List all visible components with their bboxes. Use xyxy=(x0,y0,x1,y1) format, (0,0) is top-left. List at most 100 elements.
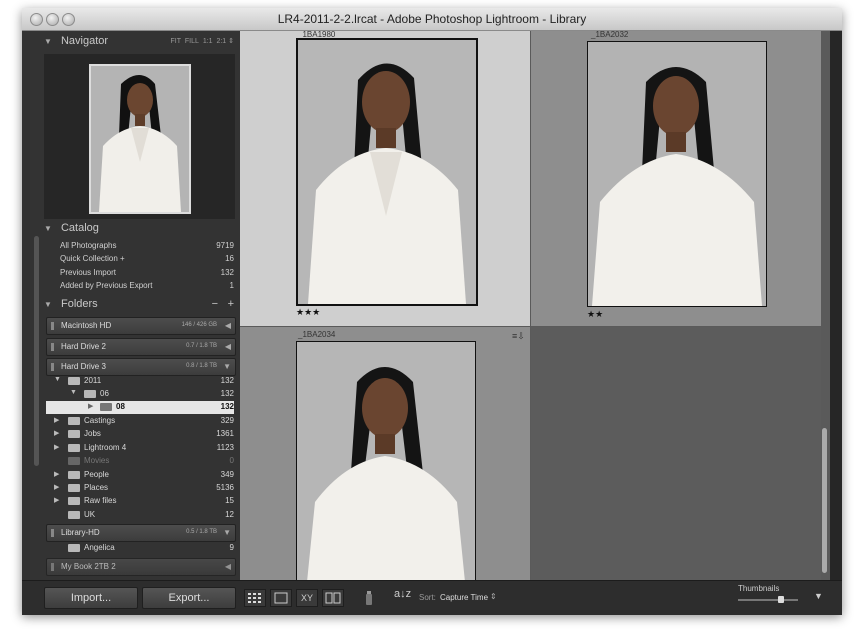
navigator-photo[interactable] xyxy=(89,64,191,214)
lightroom-window: LR4-2011-2-2.lrcat - Adobe Photoshop Lig… xyxy=(22,8,842,615)
expand-triangle-icon[interactable]: ▶ xyxy=(54,443,59,451)
volume-status-icon xyxy=(51,322,54,330)
thumbnail[interactable] xyxy=(296,341,476,583)
expand-triangle-icon[interactable]: ▶ xyxy=(54,429,59,437)
loupe-view-button[interactable] xyxy=(270,589,292,607)
grid-cell[interactable]: _1BA2034 ≡⇩ xyxy=(240,327,530,583)
toolbar-menu-triangle-icon[interactable]: ▼ xyxy=(814,591,823,601)
painter-spray-icon[interactable] xyxy=(364,590,374,606)
folders-title: Folders xyxy=(60,298,98,310)
folder-lightroom-4[interactable]: ▶ Lightroom 4 1123 xyxy=(46,442,234,455)
volume-library-hd[interactable]: Library-HD 0.5 / 1.8 TB ▼ xyxy=(46,524,236,542)
collapse-triangle-icon: ▼ xyxy=(223,362,231,371)
bottom-toolbar: Import... Export... XY a↓z Sort: Capture… xyxy=(22,580,842,615)
thumbnails-slider-knob[interactable] xyxy=(778,596,785,603)
folder-uk[interactable]: UK 12 xyxy=(46,509,234,522)
volume-status-icon xyxy=(51,363,54,371)
thumbnails-slider-track[interactable] xyxy=(738,599,798,601)
navigator-header[interactable]: ▼ Navigator FIT FILL 1:1 2:1 ⇕ xyxy=(44,35,240,55)
portrait-image-icon xyxy=(588,42,766,306)
zoom-fit[interactable]: FIT xyxy=(171,38,182,45)
sort-direction-icon[interactable]: a↓z xyxy=(394,588,411,606)
expand-triangle-icon[interactable]: ▶ xyxy=(54,470,59,478)
folder-icon xyxy=(68,457,80,465)
folders-header[interactable]: ▼ Folders − + xyxy=(44,298,240,318)
folder-icon xyxy=(68,544,80,552)
left-panel: ▼ Navigator FIT FILL 1:1 2:1 ⇕ ▼ Catalog… xyxy=(22,31,240,581)
metadata-badge-icon[interactable]: ≡⇩ xyxy=(512,331,525,342)
zoom-1-1[interactable]: 1:1 xyxy=(203,38,213,45)
left-panel-scrollbar[interactable] xyxy=(34,236,39,466)
title-bar: LR4-2011-2-2.lrcat - Adobe Photoshop Lig… xyxy=(22,8,842,31)
folder-people[interactable]: ▶ People 349 xyxy=(46,469,234,482)
folder-castings[interactable]: ▶ Castings 329 xyxy=(46,415,234,428)
window-title: LR4-2011-2-2.lrcat - Adobe Photoshop Lig… xyxy=(277,12,587,26)
folder-icon xyxy=(68,484,80,492)
folder-06[interactable]: ▼ 06 132 xyxy=(46,388,234,401)
folder-icon xyxy=(84,390,96,398)
zoom-options: FIT FILL 1:1 2:1 ⇕ xyxy=(171,37,234,45)
import-button[interactable]: Import... xyxy=(44,587,138,609)
library-grid: _1BA1980 ★★★ _1BA2032 ★★ _1BA2034 ≡⇩ xyxy=(240,30,830,583)
survey-view-icon xyxy=(325,592,341,604)
volume-hard-drive-3[interactable]: Hard Drive 3 0.8 / 1.8 TB ▼ xyxy=(46,358,236,376)
portrait-image-icon xyxy=(91,66,189,212)
compare-view-button[interactable]: XY xyxy=(296,589,318,607)
expand-triangle-icon[interactable]: ▶ xyxy=(54,483,59,491)
compare-view-icon: XY xyxy=(300,593,313,603)
grid-cell[interactable]: _1BA1980 ★★★ xyxy=(240,30,530,326)
grid-cell[interactable]: _1BA2032 ★★ xyxy=(531,30,821,326)
catalog-title: Catalog xyxy=(60,222,99,234)
catalog-item-quick-collection[interactable]: Quick Collection + 16 xyxy=(46,254,234,267)
catalog-header[interactable]: ▼ Catalog xyxy=(44,222,240,242)
expand-triangle-icon[interactable]: ▶ xyxy=(88,402,93,410)
expand-triangle-icon[interactable]: ▶ xyxy=(54,496,59,504)
folder-icon xyxy=(68,497,80,505)
volume-macintosh-hd[interactable]: Macintosh HD 146 / 426 GB ◀ xyxy=(46,317,236,335)
remove-folder-button[interactable]: − xyxy=(212,298,218,310)
rating-stars[interactable]: ★★★ xyxy=(296,307,320,318)
zoom-2-1[interactable]: 2:1 xyxy=(216,38,226,45)
right-panel-collapsed[interactable] xyxy=(830,31,842,580)
volume-status-icon xyxy=(51,529,54,537)
rating-stars[interactable]: ★★ xyxy=(587,309,603,320)
volume-status-icon xyxy=(51,343,54,351)
expand-triangle-icon: ◀ xyxy=(224,342,231,351)
folder-2011[interactable]: ▼ 2011 132 xyxy=(46,375,234,388)
folder-places[interactable]: ▶ Places 5136 xyxy=(46,482,234,495)
zoom-fill[interactable]: FILL xyxy=(185,38,199,45)
folder-icon xyxy=(68,511,80,519)
expand-triangle-icon[interactable]: ▼ xyxy=(54,376,61,383)
folder-icon xyxy=(68,444,80,452)
thumbnail[interactable] xyxy=(296,38,478,306)
volume-status-icon xyxy=(51,563,54,571)
collapse-triangle-icon: ▼ xyxy=(44,37,52,46)
add-folder-button[interactable]: + xyxy=(228,298,234,310)
collapse-triangle-icon: ▼ xyxy=(223,528,231,537)
expand-triangle-icon: ◀ xyxy=(224,321,231,330)
catalog-item-previous-import[interactable]: Previous Import 132 xyxy=(46,268,234,281)
export-button[interactable]: Export... xyxy=(142,587,236,609)
grid-view-button[interactable] xyxy=(244,589,266,607)
catalog-item-added-by-previous-export[interactable]: Added by Previous Export 1 xyxy=(46,281,234,294)
expand-triangle-icon[interactable]: ▶ xyxy=(54,416,59,424)
grid-cell-empty xyxy=(531,327,821,580)
expand-triangle-icon[interactable]: ▼ xyxy=(70,389,77,396)
sort-stepper-icon[interactable]: ⇕ xyxy=(490,592,497,601)
folder-08-selected[interactable]: ▶ 08 132 xyxy=(46,401,234,414)
sort-dropdown[interactable]: Capture Time xyxy=(440,593,488,602)
collapse-triangle-icon: ▼ xyxy=(44,224,52,233)
folder-angelica[interactable]: Angelica 9 xyxy=(46,542,234,555)
catalog-item-all-photographs[interactable]: All Photographs 9719 xyxy=(46,241,234,254)
zoom-stepper-icon[interactable]: ⇕ xyxy=(228,38,234,45)
folder-jobs[interactable]: ▶ Jobs 1361 xyxy=(46,428,234,441)
folder-raw-files[interactable]: ▶ Raw files 15 xyxy=(46,495,234,508)
grid-scrollbar[interactable] xyxy=(822,428,827,573)
survey-view-button[interactable] xyxy=(322,589,344,607)
portrait-image-icon xyxy=(297,342,475,582)
folder-movies[interactable]: Movies 0 xyxy=(46,455,234,468)
volume-my-book[interactable]: My Book 2TB 2 ◀ xyxy=(46,558,236,576)
volume-hard-drive-2[interactable]: Hard Drive 2 0.7 / 1.8 TB ◀ xyxy=(46,338,236,356)
thumbnail[interactable] xyxy=(587,41,767,307)
collapse-triangle-icon: ▼ xyxy=(44,300,52,309)
